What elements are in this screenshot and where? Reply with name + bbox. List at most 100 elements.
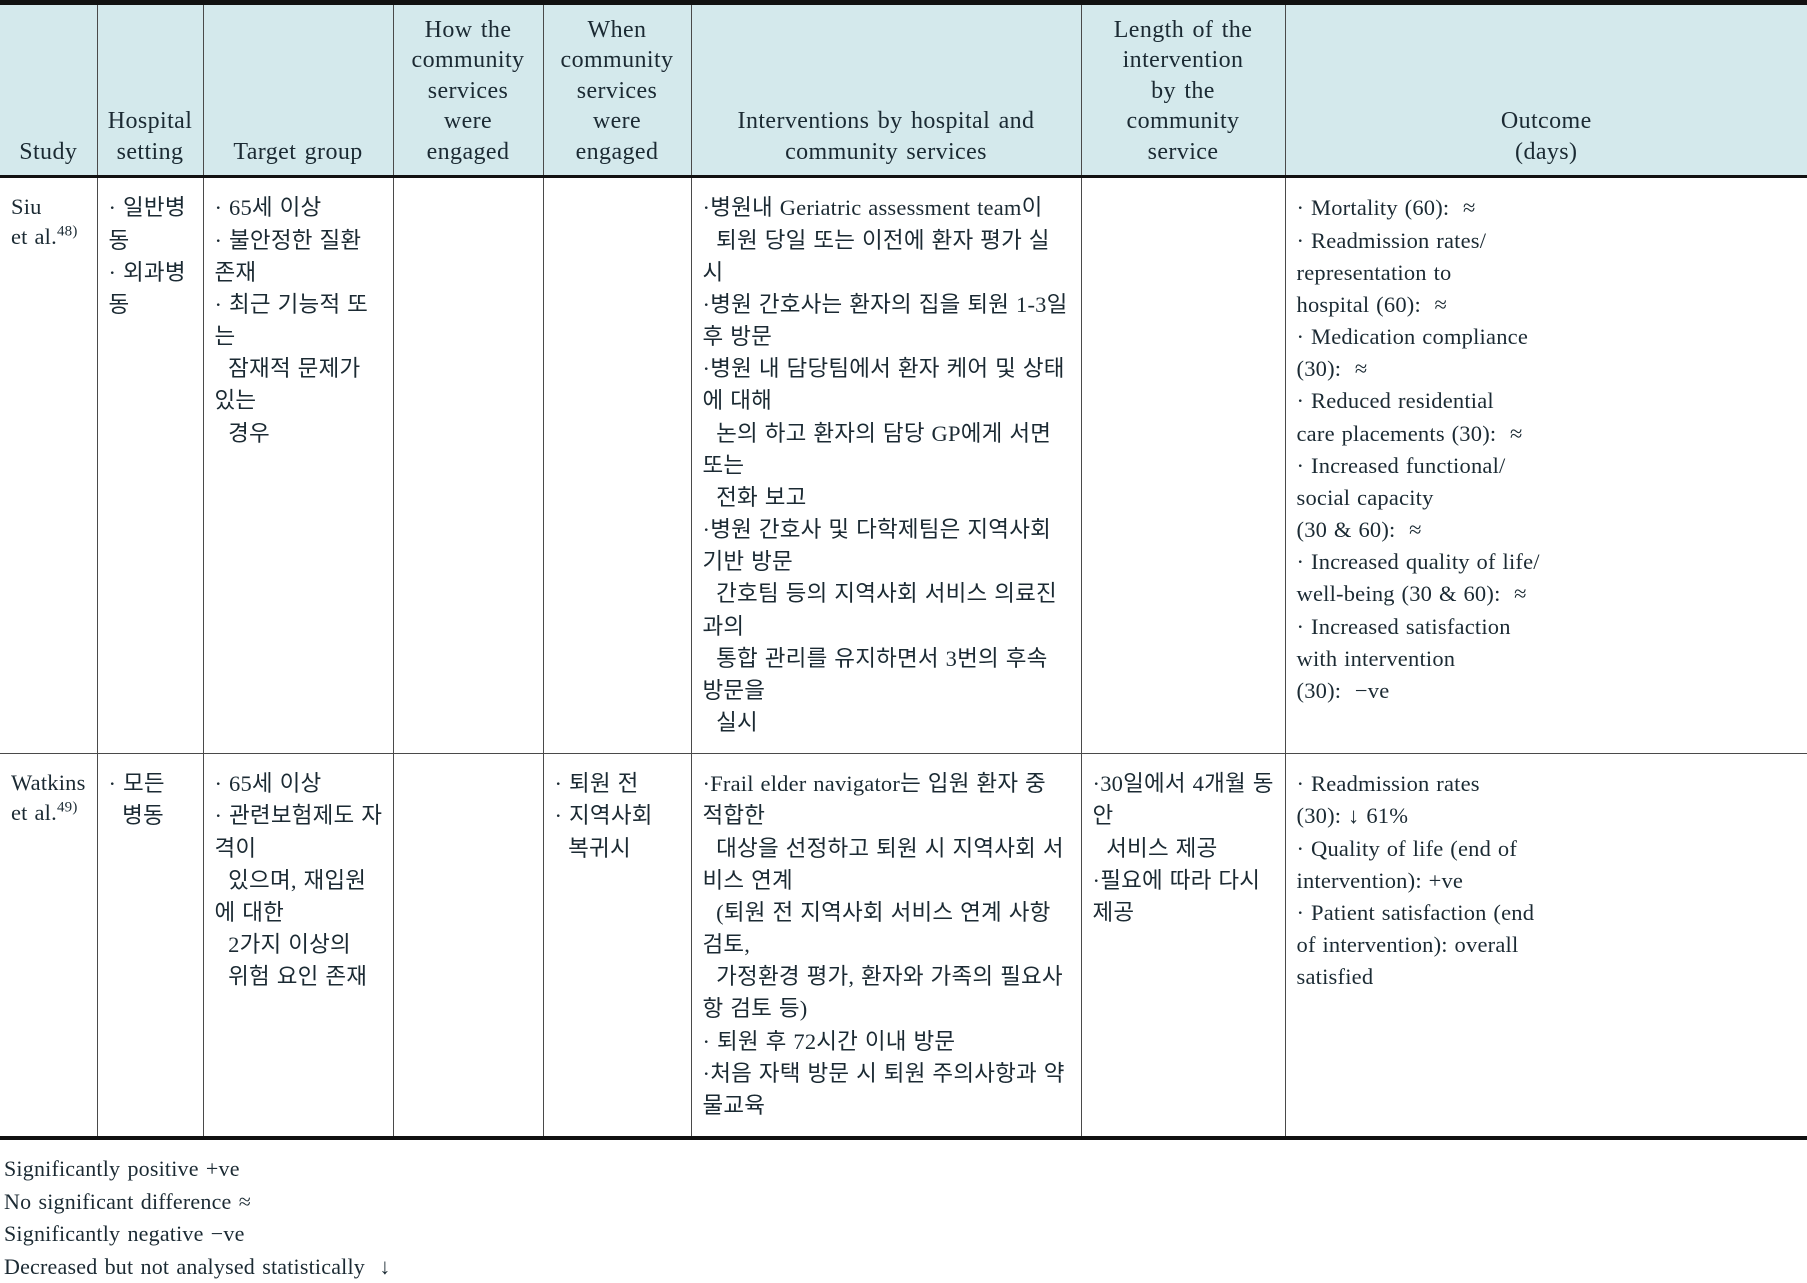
study-name: Watkins (11, 770, 86, 796)
text-line: Significantly negative −ve (4, 1221, 245, 1247)
text-line: ·병원 내 담당팀에서 환자 케어 및 상태에 대해 (702, 356, 1065, 414)
text-line: 간호팀 등의 지역사회 서비스 의료진과의 (702, 581, 1057, 639)
text-line: · Medication compliance (1296, 324, 1529, 350)
text-line: 경우 (214, 420, 270, 446)
text-line: (30): ≈ (1296, 356, 1368, 382)
cell-outcome: · Mortality (60): ≈ · Readmission rates/r… (1285, 176, 1807, 755)
text-line: 있으며, 재입원에 대한 (214, 867, 367, 925)
study-name: Siu (11, 194, 42, 220)
text-line: · Readmission rates (1296, 771, 1480, 797)
document-page: Study Hospital setting Target group How t… (0, 0, 1807, 1279)
text-line: 잠재적 문제가 있는 (214, 356, 368, 414)
text-line: satisfied (1296, 964, 1374, 990)
text-line: 복귀시 (554, 835, 631, 861)
text-line: · 65세 이상 (214, 195, 322, 221)
cell-interventions: ·Frail elder navigator는 입원 환자 중 적합한 대상을 … (691, 753, 1082, 1139)
text-line: 병동 (108, 803, 164, 829)
text-line: · 65세 이상 (214, 771, 322, 797)
text-line: · Increased quality of life/ (1296, 549, 1540, 575)
column-header-interventions: Interventions by hospital and community s… (691, 2, 1082, 179)
text-line: ·병원내 Geriatric assessment team이 (702, 195, 1043, 221)
text-line: No significant difference ≈ (4, 1188, 251, 1214)
cell-how-engaged (393, 753, 544, 1139)
text-line: · 최근 기능적 또는 (214, 291, 369, 350)
text-line: · Increased functional/ (1296, 452, 1506, 478)
cell-length: ·30일에서 4개월 동안 서비스 제공 ·필요에 따라 다시 제공 (1081, 753, 1286, 1139)
column-header-study: Study (0, 2, 98, 179)
text-line: (30): ↓ 61% (1296, 803, 1409, 829)
cell-when-engaged: · 퇴원 전 · 지역사회 복귀시 (543, 753, 692, 1139)
text-line: Decreased but not analysed statistically… (4, 1253, 391, 1279)
text-line: hospital (60): ≈ (1296, 291, 1448, 317)
text-line: (30): −ve (1296, 677, 1390, 703)
text-line: · 외과병동 (108, 259, 186, 317)
text-line: care placements (30): ≈ (1296, 420, 1523, 446)
table-row: Siu et al.48) · 일반병동 · 외과병동 · 65세 이상 · 불안정… (0, 176, 1807, 755)
cell-when-engaged (543, 176, 692, 755)
text-line: ·처음 자택 방문 시 퇴원 주의사항과 약물교육 (702, 1060, 1065, 1118)
text-line: · Readmission rates/ (1296, 227, 1487, 253)
cell-outcome: · Readmission rates (30): ↓ 61% · Quality … (1285, 754, 1807, 1138)
table-header-row: Study Hospital setting Target group How t… (0, 2, 1807, 179)
column-header-when-engaged: When community services were engaged (543, 2, 692, 179)
text-line: intervention): +ve (1296, 867, 1464, 893)
text-line: 퇴원 당일 또는 이전에 환자 평가 실시 (702, 227, 1050, 285)
table-body: Siu et al.48) · 일반병동 · 외과병동 · 65세 이상 · 불안정… (0, 176, 1807, 1139)
text-line: Significantly positive +ve (4, 1156, 240, 1182)
text-line: · Reduced residential (1296, 388, 1494, 414)
text-line: · Mortality (60): ≈ (1296, 195, 1476, 221)
cell-how-engaged (393, 176, 544, 755)
text-line: 서비스 제공 (1092, 835, 1218, 861)
cell-hospital-setting: · 일반병동 · 외과병동 (97, 176, 204, 755)
cell-target-group: · 65세 이상 · 관련보험제도 자격이 있으며, 재입원에 대한 2가지 이상… (203, 753, 394, 1139)
text-line: well-being (30 & 60): ≈ (1296, 581, 1527, 607)
cell-target-group: · 65세 이상 · 불안정한 질환 존재 · 최근 기능적 또는 잠재적 문제가 … (203, 176, 394, 755)
text-line: (30 & 60): ≈ (1296, 517, 1422, 543)
text-line: ·30일에서 4개월 동안 (1092, 771, 1274, 829)
text-line: 대상을 선정하고 퇴원 시 지역사회 서비스 연계 (702, 835, 1064, 893)
text-line: · 관련보험제도 자격이 (214, 803, 383, 861)
cell-study: Siu et al.48) (0, 176, 98, 755)
text-line: 위험 요인 존재 (214, 964, 368, 990)
text-line: 2가지 이상의 (214, 932, 351, 958)
column-header-length: Length of the intervention by the community… (1081, 2, 1286, 179)
column-header-how-engaged: How the community services were engaged (393, 2, 544, 179)
study-citation: et al. (11, 224, 57, 250)
text-line: 실시 (702, 710, 758, 736)
text-line: · Increased satisfaction (1296, 613, 1511, 639)
text-line: ·병원 간호사 및 다학제팀은 지역사회기반 방문 (702, 517, 1051, 575)
text-line: representation to (1296, 259, 1452, 285)
text-line: · 퇴원 전 (554, 771, 639, 797)
cell-interventions: ·병원내 Geriatric assessment team이 퇴원 당일 또는… (691, 176, 1082, 755)
text-line: social capacity (1296, 484, 1434, 510)
text-line: · 퇴원 후 72시간 이내 방문 (702, 1028, 956, 1054)
text-line: ·필요에 따라 다시 제공 (1092, 867, 1267, 925)
column-header-outcome: Outcome (days) (1285, 2, 1807, 179)
cell-hospital-setting: · 모든 병동 (97, 753, 204, 1139)
text-line: with intervention (1296, 645, 1456, 671)
table-footnote-legend: Significantly positive +ve No significant… (0, 1140, 1807, 1283)
text-line: · Quality of life (end of (1296, 835, 1518, 861)
systematic-review-table: Study Hospital setting Target group How t… (0, 0, 1807, 1141)
column-header-target-group: Target group (203, 2, 394, 179)
text-line: of intervention): overall (1296, 932, 1519, 958)
cell-study: Watkins et al.49) (0, 753, 98, 1139)
column-header-hospital-setting: Hospital setting (97, 2, 204, 179)
text-line: 전화 보고 (702, 484, 807, 510)
text-line: 통합 관리를 유지하면서 3번의 후속 방문을 (702, 645, 1055, 703)
study-superscript: 48) (56, 223, 78, 240)
text-line: · 지역사회 (554, 803, 653, 829)
cell-length (1081, 176, 1286, 755)
text-line: ·병원 간호사는 환자의 집을 퇴원 1-3일 후 방문 (702, 291, 1075, 350)
text-line: 논의 하고 환자의 담당 GP에게 서면 또는 (702, 420, 1058, 478)
text-line: · Patient satisfaction (end (1296, 899, 1535, 925)
text-line: 가정환경 평가, 환자와 가족의 필요사항 검토 등) (702, 964, 1063, 1022)
text-line: · 모든 (108, 771, 165, 797)
study-superscript: 49) (56, 799, 78, 816)
text-line: (퇴원 전 지역사회 서비스 연계 사항 검토, (702, 899, 1058, 958)
table-row: Watkins et al.49) · 모든 병동 · 65세 이상 · 관련보험… (0, 753, 1807, 1139)
text-line: ·Frail elder navigator는 입원 환자 중 적합한 (702, 771, 1053, 829)
text-line: · 불안정한 질환 존재 (214, 227, 369, 285)
table-header: Study Hospital setting Target group How t… (0, 2, 1807, 179)
study-citation: et al. (11, 800, 57, 826)
